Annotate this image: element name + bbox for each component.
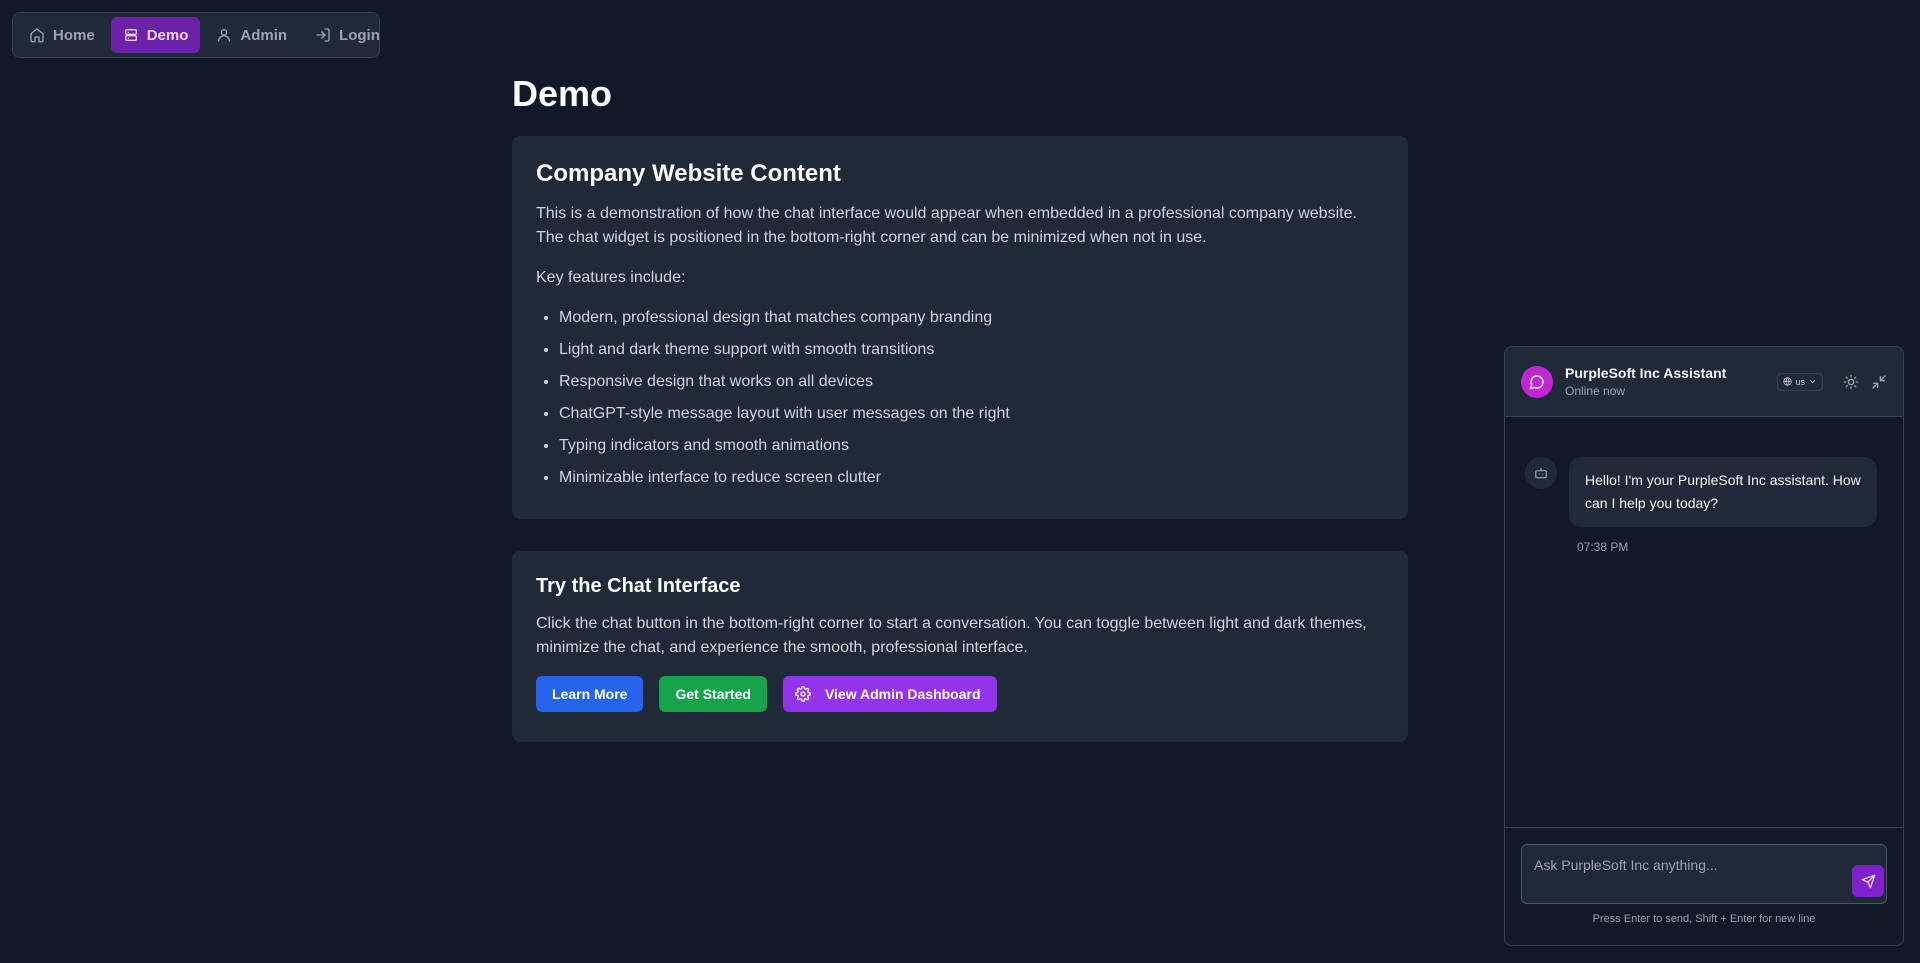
list-item: Modern, professional design that matches… bbox=[559, 306, 1384, 330]
card-text: Click the chat button in the bottom-righ… bbox=[536, 615, 1367, 656]
message-bubble: Hello! I'm your PurpleSoft Inc assistant… bbox=[1569, 457, 1877, 527]
home-icon bbox=[30, 28, 44, 43]
try-chat-card: Try the Chat Interface Click the chat bu… bbox=[512, 551, 1408, 742]
minimize-icon[interactable] bbox=[1871, 374, 1887, 390]
language-value: us bbox=[1795, 376, 1805, 387]
user-icon bbox=[218, 29, 231, 42]
nav-item-label: Demo bbox=[146, 26, 189, 44]
chat-avatar bbox=[1521, 365, 1553, 398]
learn-more-button[interactable]: Learn More bbox=[536, 676, 644, 712]
nav-item-home[interactable]: Home bbox=[17, 17, 107, 53]
message-timestamp: 07:38 PM bbox=[1577, 540, 1629, 554]
bot-icon bbox=[124, 29, 137, 41]
gear-icon bbox=[795, 686, 811, 702]
chat-title: PurpleSoft Inc Assistant bbox=[1565, 365, 1727, 381]
login-icon bbox=[316, 28, 330, 42]
chat-status: Online now bbox=[1565, 384, 1626, 398]
chat-input[interactable] bbox=[1522, 845, 1886, 903]
card-intro: This is a demonstration of how the chat … bbox=[536, 205, 1357, 246]
nav-item-label: Login bbox=[339, 26, 380, 44]
list-item: Minimizable interface to reduce screen c… bbox=[559, 466, 1384, 490]
send-button[interactable] bbox=[1852, 865, 1884, 897]
globe-icon bbox=[1783, 377, 1793, 386]
bot-avatar bbox=[1525, 457, 1557, 489]
list-item: Responsive design that works on all devi… bbox=[559, 370, 1384, 394]
button-label: View Admin Dashboard bbox=[824, 686, 981, 702]
admin-dashboard-button[interactable]: View Admin Dashboard bbox=[782, 676, 997, 712]
chat-title-group: PurpleSoft Inc Assistant Online now bbox=[1565, 365, 1726, 398]
chat-footer: Press Enter to send, Shift + Enter for n… bbox=[1505, 827, 1903, 945]
card-title: Try the Chat Interface bbox=[536, 575, 741, 597]
chat-messages: Hello! I'm your PurpleSoft Inc assistant… bbox=[1505, 417, 1903, 827]
chat-header: PurpleSoft Inc Assistant Online now us bbox=[1505, 347, 1903, 417]
card-title: Company Website Content bbox=[536, 160, 841, 187]
nav-item-label: Admin bbox=[240, 26, 288, 44]
company-content-card: Company Website Content This is a demons… bbox=[512, 136, 1408, 519]
theme-toggle-sun-icon[interactable] bbox=[1843, 374, 1859, 390]
features-list: Modern, professional design that matches… bbox=[536, 306, 1384, 490]
list-item: ChatGPT-style message layout with user m… bbox=[559, 402, 1384, 426]
main-content: Demo Company Website Content This is a d… bbox=[512, 70, 1408, 742]
chat-controls: us bbox=[1777, 372, 1887, 391]
chat-bubble-icon bbox=[1529, 374, 1544, 389]
nav-item-demo[interactable]: Demo bbox=[110, 17, 201, 53]
list-item: Typing indicators and smooth animations bbox=[559, 434, 1384, 458]
list-item: Light and dark theme support with smooth… bbox=[559, 338, 1384, 362]
nav-item-login[interactable]: Login bbox=[303, 17, 392, 53]
chevron-down-icon bbox=[1809, 380, 1816, 384]
get-started-button[interactable]: Get Started bbox=[659, 676, 767, 712]
nav-item-label: Home bbox=[53, 26, 95, 44]
page-title: Demo bbox=[512, 73, 613, 114]
chat-input-wrapper bbox=[1521, 844, 1887, 904]
nav-item-admin[interactable]: Admin bbox=[204, 17, 299, 53]
top-nav: Home Demo Admin Login bbox=[12, 12, 380, 58]
input-hint: Press Enter to send, Shift + Enter for n… bbox=[1592, 913, 1816, 925]
bot-icon bbox=[1535, 467, 1547, 479]
features-label: Key features include: bbox=[536, 269, 686, 286]
chat-widget: PurpleSoft Inc Assistant Online now us H… bbox=[1504, 346, 1904, 946]
bot-message: Hello! I'm your PurpleSoft Inc assistant… bbox=[1525, 457, 1879, 527]
send-icon bbox=[1861, 874, 1875, 888]
button-row: Learn More Get Started View Admin Dashbo… bbox=[536, 676, 1384, 712]
language-select[interactable]: us bbox=[1777, 372, 1823, 391]
